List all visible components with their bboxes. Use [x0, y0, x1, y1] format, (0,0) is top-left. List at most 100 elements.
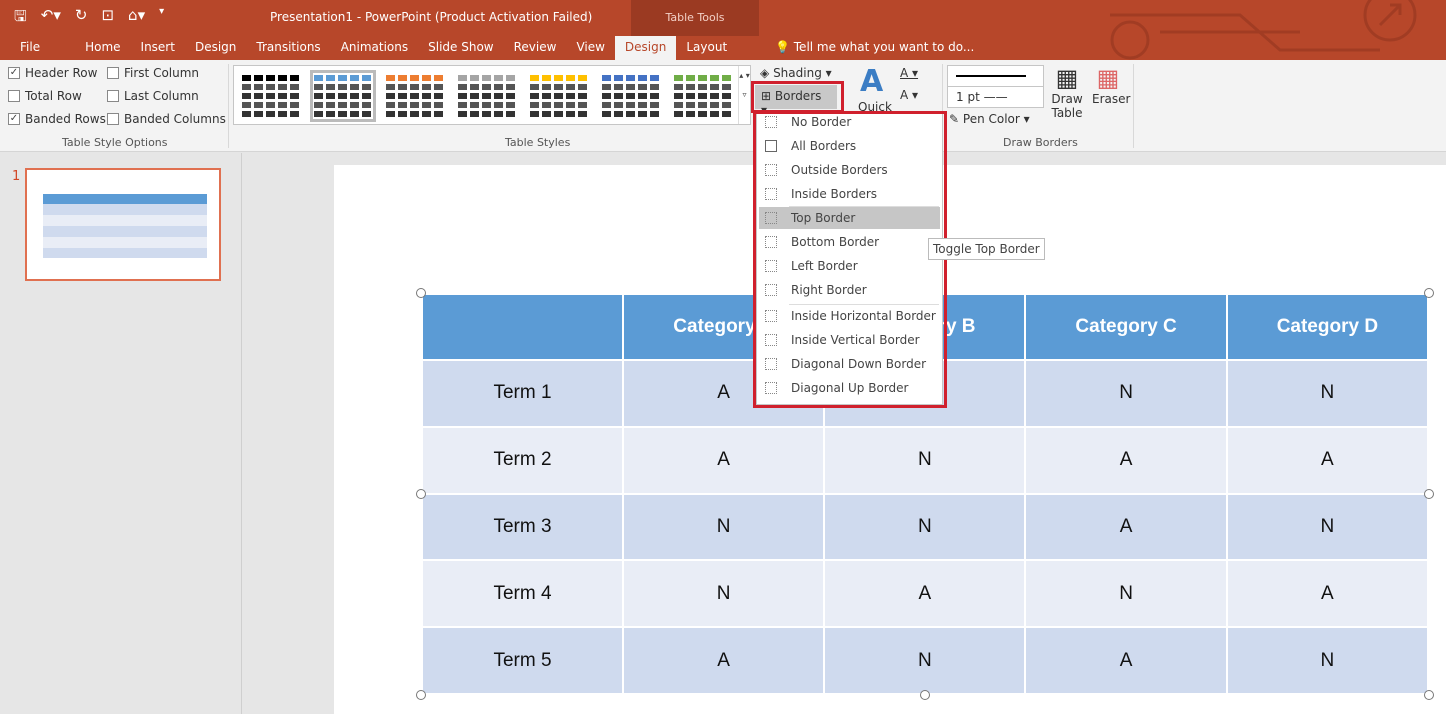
table-style-swatch[interactable]	[672, 72, 734, 120]
eraser-button[interactable]: ▦ Eraser	[1092, 64, 1130, 106]
checkbox-label: Header Row	[25, 66, 98, 80]
table-cell[interactable]: Term 1	[421, 359, 624, 428]
redo-icon[interactable]: ↻	[75, 6, 88, 31]
table-style-swatch[interactable]	[384, 72, 446, 120]
group-label-draw-borders: Draw Borders	[1003, 136, 1078, 149]
table-cell[interactable]: Term 2	[421, 425, 624, 495]
resize-handle[interactable]	[416, 690, 426, 700]
table-cell[interactable]: A	[1225, 559, 1430, 629]
present-icon[interactable]: ⊡	[101, 6, 114, 31]
table-cell[interactable]: N	[823, 492, 1027, 562]
tooltip: Toggle Top Border	[928, 238, 1045, 260]
customize-icon[interactable]: ▾	[159, 6, 164, 31]
table-cell[interactable]: N	[1225, 359, 1430, 428]
slide-number: 1	[12, 169, 21, 184]
table-style-swatch[interactable]	[456, 72, 518, 120]
checkbox-label: Last Column	[124, 89, 199, 103]
table-style-swatch[interactable]	[310, 70, 376, 122]
table-cell[interactable]: N	[823, 425, 1027, 495]
resize-handle[interactable]	[1424, 288, 1434, 298]
checkbox-first-column[interactable]: First Column	[107, 66, 199, 80]
table-cell[interactable]: A	[823, 559, 1027, 629]
table-style-swatch[interactable]	[528, 72, 590, 120]
quick-styles-icon[interactable]: A	[860, 64, 883, 99]
table-cell[interactable]: Term 3	[421, 492, 624, 562]
pen-color-label: Pen Color	[962, 112, 1020, 126]
table-cell[interactable]: A	[1225, 425, 1430, 495]
checkbox-box[interactable]: ✓	[8, 113, 20, 125]
table-header-cell[interactable]: Category C	[1024, 293, 1228, 361]
table-cell[interactable]: N	[1225, 626, 1430, 695]
table-row: Term 3NNAN	[421, 492, 1430, 562]
tab-file[interactable]: File	[0, 36, 50, 60]
checkbox-label: Banded Columns	[124, 112, 226, 126]
checkbox-label: Banded Rows	[25, 112, 106, 126]
tab-design[interactable]: Design	[614, 36, 677, 60]
pen-style-dropdown[interactable]	[947, 65, 1044, 87]
tab-home[interactable]: Home	[75, 36, 130, 60]
tab-review[interactable]: Review	[504, 36, 567, 60]
slide-thumbnail[interactable]	[25, 168, 221, 281]
pen-color-button[interactable]: ✎ Pen Color ▾	[949, 112, 1030, 126]
divider	[1133, 64, 1134, 148]
table-row: Term 5ANAN	[421, 626, 1430, 695]
tab-slide-show[interactable]: Slide Show	[418, 36, 503, 60]
tab-view[interactable]: View	[566, 36, 614, 60]
text-fill-icon[interactable]: A ▾	[900, 66, 918, 80]
table-cell[interactable]: A	[1024, 626, 1228, 695]
tab-transitions[interactable]: Transitions	[246, 36, 330, 60]
table-cell[interactable]: A	[1024, 492, 1228, 562]
resize-handle[interactable]	[1424, 690, 1434, 700]
ribbon: ✓ Header Row First Column Total Row Last Col…	[0, 60, 1446, 152]
draw-table-button[interactable]: ▦ Draw Table	[1050, 64, 1084, 120]
table-cell[interactable]: N	[823, 626, 1027, 695]
table-style-swatch[interactable]	[600, 72, 662, 120]
checkbox-total-row[interactable]: Total Row	[8, 89, 82, 103]
checkbox-box[interactable]: ✓	[8, 67, 20, 79]
quick-access-toolbar: 🖫 ↶▾ ↻ ⊡ ⌂▾ ▾	[14, 6, 164, 31]
tab-design[interactable]: Design	[185, 36, 246, 60]
pen-weight-dropdown[interactable]: 1 pt ——	[947, 86, 1044, 108]
checkbox-banded-columns[interactable]: Banded Columns	[107, 112, 226, 126]
checkbox-last-column[interactable]: Last Column	[107, 89, 199, 103]
table-header-cell[interactable]: Category D	[1225, 293, 1430, 361]
table-styles-gallery[interactable]: ▴ ▾ ▿	[233, 65, 751, 125]
checkbox-box[interactable]	[8, 90, 20, 102]
draw-table-icon: ▦	[1055, 64, 1079, 92]
resize-handle[interactable]	[416, 489, 426, 499]
format-painter-icon[interactable]: ⌂▾	[128, 6, 145, 31]
checkbox-box[interactable]	[107, 113, 119, 125]
gallery-scroll[interactable]: ▴ ▾ ▿	[738, 66, 750, 124]
save-icon[interactable]: 🖫	[14, 6, 27, 31]
checkbox-banded-rows[interactable]: ✓ Banded Rows	[8, 112, 106, 126]
table-style-swatch[interactable]	[240, 72, 302, 120]
table-cell[interactable]: N	[621, 492, 826, 562]
undo-icon[interactable]: ↶▾	[41, 6, 61, 31]
checkbox-header-row[interactable]: ✓ Header Row	[8, 66, 97, 80]
table-cell[interactable]: N	[1024, 559, 1228, 629]
table-cell[interactable]: N	[621, 559, 826, 629]
group-label-style-options: Table Style Options	[62, 136, 168, 149]
table-cell[interactable]: N	[1225, 492, 1430, 562]
shading-icon: ◈	[760, 66, 770, 80]
table-cell[interactable]: Term 4	[421, 559, 624, 629]
text-outline-icon[interactable]: A ▾	[900, 88, 918, 102]
table-cell[interactable]: A	[621, 626, 826, 695]
tab-insert[interactable]: Insert	[131, 36, 185, 60]
shading-button[interactable]: ◈ Shading ▾	[760, 66, 832, 80]
checkbox-box[interactable]	[107, 90, 119, 102]
resize-handle[interactable]	[416, 288, 426, 298]
checkbox-box[interactable]	[107, 67, 119, 79]
table-cell[interactable]: N	[1024, 359, 1228, 428]
table-cell[interactable]: A	[621, 425, 826, 495]
resize-handle[interactable]	[920, 690, 930, 700]
tell-me-search[interactable]: 💡 Tell me what you want to do...	[775, 40, 974, 54]
table-cell[interactable]: Term 5	[421, 626, 624, 695]
circuit-decoration-icon	[1110, 0, 1417, 60]
table-header-cell[interactable]	[421, 293, 624, 361]
tab-animations[interactable]: Animations	[331, 36, 418, 60]
table-cell[interactable]: A	[1024, 425, 1228, 495]
table-row: Term 4NANA	[421, 559, 1430, 629]
tab-layout[interactable]: Layout	[676, 36, 737, 60]
resize-handle[interactable]	[1424, 489, 1434, 499]
